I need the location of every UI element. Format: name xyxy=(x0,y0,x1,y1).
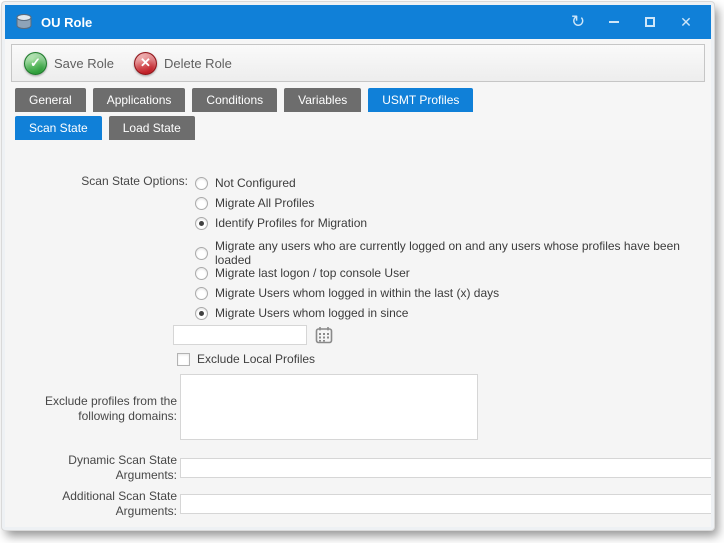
window-title: OU Role xyxy=(41,15,563,30)
delete-role-label: Delete Role xyxy=(164,56,232,71)
tab-conditions[interactable]: Conditions xyxy=(192,88,277,112)
close-button[interactable]: ✕ xyxy=(671,9,701,35)
dynamic-args-label: Dynamic Scan State Arguments: xyxy=(5,453,189,483)
maximize-icon xyxy=(645,17,655,27)
minimize-button[interactable] xyxy=(599,9,629,35)
scan-state-panel: Scan State Options: Not Configured Migra… xyxy=(5,140,711,527)
ou-role-dialog: OU Role ↻ ✕ ✓ Save Role ✕ Delete Role xyxy=(2,2,714,530)
exclude-local-profiles-checkbox[interactable]: Exclude Local Profiles xyxy=(177,352,711,366)
save-role-button[interactable]: ✓ Save Role xyxy=(24,52,124,75)
delete-role-button[interactable]: ✕ Delete Role xyxy=(134,52,242,75)
radio-migrate-logged-on-users[interactable]: Migrate any users who are currently logg… xyxy=(195,243,711,263)
radio-icon xyxy=(195,287,208,300)
radio-icon xyxy=(195,267,208,280)
delete-x-icon: ✕ xyxy=(134,52,157,75)
checkbox-icon xyxy=(177,353,190,366)
radio-selected-icon xyxy=(195,307,208,320)
tab-general[interactable]: General xyxy=(15,88,86,112)
dynamic-args-input[interactable] xyxy=(180,458,711,478)
since-date-row xyxy=(189,325,711,345)
scan-state-options-label: Scan State Options: xyxy=(5,173,189,233)
additional-args-label: Additional Scan State Arguments: xyxy=(5,489,189,519)
exclude-domains-label: Exclude profiles from the following doma… xyxy=(5,394,189,424)
title-bar: OU Role ↻ ✕ xyxy=(5,5,711,39)
save-role-label: Save Role xyxy=(54,56,114,71)
radio-identify-profiles[interactable]: Identify Profiles for Migration xyxy=(195,213,711,233)
radio-migrate-since[interactable]: Migrate Users whom logged in since xyxy=(195,303,711,323)
tab-usmt-profiles[interactable]: USMT Profiles xyxy=(368,88,473,112)
tab-load-state[interactable]: Load State xyxy=(109,116,195,140)
radio-group-1: Not Configured Migrate All Profiles Iden… xyxy=(189,173,711,233)
radio-migrate-last-x-days[interactable]: Migrate Users whom logged in within the … xyxy=(195,283,711,303)
maximize-button[interactable] xyxy=(635,9,665,35)
toolbar: ✓ Save Role ✕ Delete Role xyxy=(11,44,705,82)
sub-tabs: Scan State Load State xyxy=(15,116,711,140)
calendar-picker-button[interactable] xyxy=(315,326,333,344)
minimize-icon xyxy=(609,21,619,23)
radio-migrate-all-profiles[interactable]: Migrate All Profiles xyxy=(195,193,711,213)
radio-group-2: Migrate any users who are currently logg… xyxy=(189,243,711,366)
radio-icon xyxy=(195,177,208,190)
refresh-icon: ↻ xyxy=(571,12,585,32)
tab-scan-state[interactable]: Scan State xyxy=(15,116,102,140)
app-role-icon xyxy=(15,13,33,31)
radio-not-configured[interactable]: Not Configured xyxy=(195,173,711,193)
since-date-input[interactable] xyxy=(173,325,307,345)
exclude-domains-textarea[interactable] xyxy=(180,374,478,440)
main-tabs: General Applications Conditions Variable… xyxy=(15,88,711,112)
radio-icon xyxy=(195,247,208,260)
radio-icon xyxy=(195,197,208,210)
calendar-icon xyxy=(315,326,333,344)
radio-selected-icon xyxy=(195,217,208,230)
additional-args-input[interactable] xyxy=(180,494,711,514)
refresh-button[interactable]: ↻ xyxy=(563,9,593,35)
tab-applications[interactable]: Applications xyxy=(93,88,186,112)
tab-variables[interactable]: Variables xyxy=(284,88,361,112)
save-check-icon: ✓ xyxy=(24,52,47,75)
close-icon: ✕ xyxy=(680,14,692,31)
